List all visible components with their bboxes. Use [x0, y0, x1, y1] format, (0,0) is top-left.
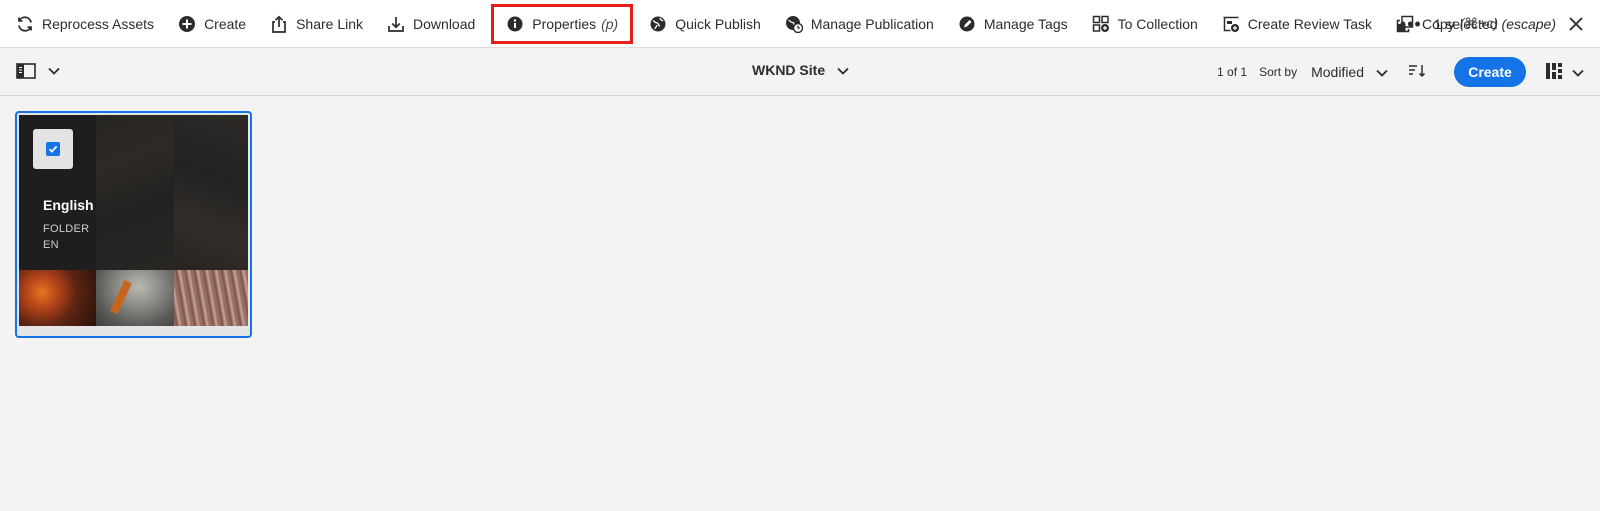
breadcrumb-title: WKND Site [752, 62, 826, 78]
properties-label: Properties [532, 15, 597, 32]
share-icon [270, 15, 288, 33]
selection-status: ••• 1 selected (escape) [1400, 0, 1584, 48]
share-link-button[interactable]: Share Link [261, 7, 372, 41]
chevron-down-icon [1376, 64, 1388, 80]
manage-publication-label: Manage Publication [810, 15, 934, 32]
view-switcher[interactable] [1546, 62, 1584, 82]
chevron-down-icon [48, 67, 60, 75]
reprocess-assets-label: Reprocess Assets [42, 15, 155, 32]
download-icon [387, 15, 405, 33]
selected-count-label: 1 selected [1433, 16, 1498, 32]
globe-clock-icon [785, 15, 803, 33]
thumbnail-tile [19, 270, 96, 326]
to-collection-button[interactable]: To Collection [1083, 7, 1207, 41]
folder-thumbnail: English FOLDER EN [19, 115, 248, 326]
select-checkbox[interactable] [33, 129, 73, 169]
manage-tags-button[interactable]: Manage Tags [949, 7, 1077, 41]
collection-add-icon [1092, 15, 1110, 33]
to-collection-label: To Collection [1117, 15, 1198, 32]
share-link-label: Share Link [296, 15, 364, 32]
create-action-label: Create [204, 15, 247, 32]
chevron-down-icon [837, 62, 849, 78]
properties-shortcut: (p) [601, 15, 619, 32]
create-review-task-label: Create Review Task [1247, 15, 1373, 32]
checkmark-icon [46, 142, 60, 156]
side-panel-icon [16, 62, 36, 80]
quick-publish-button[interactable]: Quick Publish [640, 7, 770, 41]
manage-tags-label: Manage Tags [983, 15, 1068, 32]
refresh-icon [16, 15, 34, 33]
sort-by-label: Sort by [1259, 65, 1298, 79]
info-icon [506, 15, 524, 33]
reprocess-assets-button[interactable]: Reprocess Assets [16, 7, 163, 41]
action-bar: Reprocess Assets Create Share Link Downl… [0, 0, 1600, 48]
quick-publish-label: Quick Publish [675, 15, 761, 32]
card-footer [19, 326, 248, 336]
escape-hint: (escape) [1501, 16, 1556, 32]
selection-count: 1 selected (escape) [1434, 16, 1556, 32]
download-button[interactable]: Download [378, 7, 484, 41]
download-label: Download [413, 15, 476, 32]
card-title: English [43, 197, 94, 213]
rail-toggle-button[interactable] [16, 62, 60, 80]
tag-icon [958, 15, 976, 33]
sort-select[interactable]: Modified [1311, 64, 1388, 80]
chevron-down-icon [1572, 64, 1584, 80]
view-controls: 1 of 1 Sort by Modified Create [1217, 48, 1584, 96]
thumbnail-tile [96, 270, 174, 326]
add-circle-icon [178, 15, 196, 33]
properties-button[interactable]: Properties (p) [491, 3, 634, 44]
card-view-icon [1546, 62, 1562, 82]
sort-value: Modified [1311, 64, 1364, 80]
breadcrumb[interactable]: WKND Site [752, 62, 849, 78]
sort-direction-icon[interactable] [1408, 64, 1426, 81]
close-icon[interactable] [1568, 16, 1584, 32]
thumbnail-tile [174, 270, 248, 326]
create-action-button[interactable]: Create [169, 7, 255, 41]
task-add-icon [1222, 15, 1240, 33]
create-review-task-button[interactable]: Create Review Task [1213, 7, 1381, 41]
paging-indicator: 1 of 1 [1217, 65, 1248, 79]
create-button[interactable]: Create [1454, 57, 1526, 87]
folder-card[interactable]: English FOLDER EN [15, 111, 252, 338]
globe-icon [649, 15, 667, 33]
more-actions-button[interactable]: ••• [1400, 15, 1422, 33]
manage-publication-button[interactable]: Manage Publication [776, 7, 943, 41]
card-type: FOLDER [43, 223, 90, 235]
card-language: EN [43, 239, 59, 251]
secondary-toolbar: WKND Site 1 of 1 Sort by Modified Create [0, 48, 1600, 96]
